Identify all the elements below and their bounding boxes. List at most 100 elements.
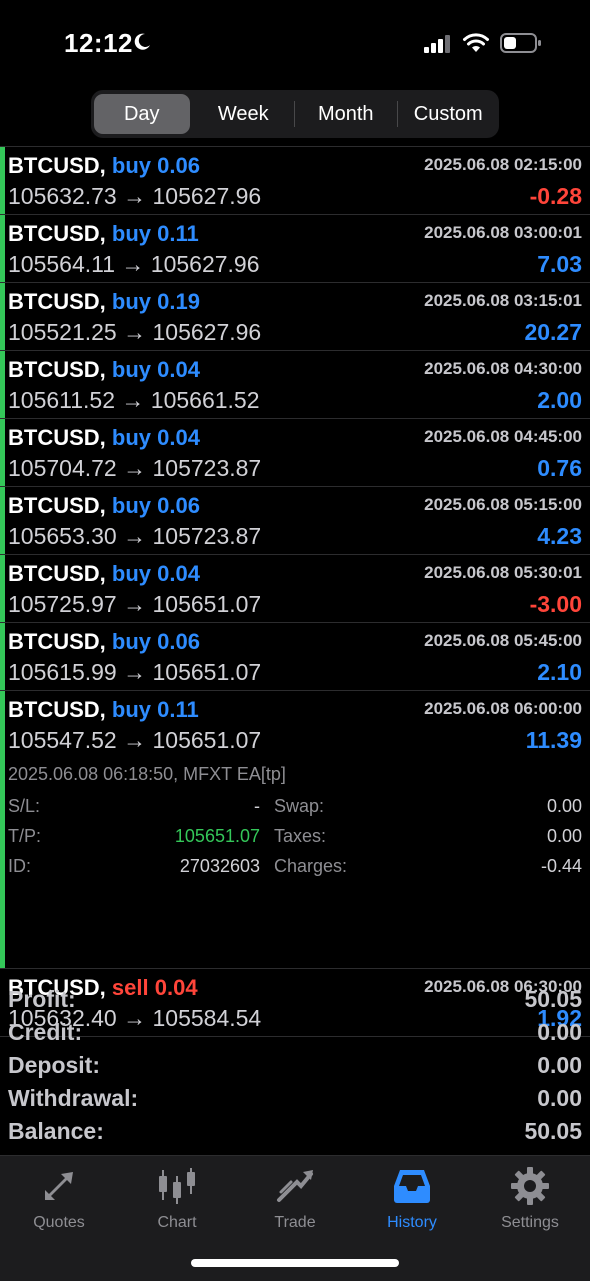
trade-side: buy 0.04	[112, 357, 200, 382]
trade-symbol: BTCUSD, buy 0.04	[8, 357, 200, 383]
volume-text: 0.04	[157, 357, 200, 382]
trade-row[interactable]: BTCUSD, buy 0.06 2025.06.08 05:15:00 105…	[0, 487, 590, 555]
id-label: ID:	[8, 856, 32, 876]
trade-symbol: BTCUSD, buy 0.04	[8, 425, 200, 451]
tab-label: Trade	[274, 1214, 316, 1231]
volume-text: 0.06	[157, 493, 200, 518]
segment-day[interactable]: Day	[94, 94, 190, 134]
summary-row-balance: Balance: 50.05	[0, 1116, 590, 1149]
symbol-text: BTCUSD,	[8, 153, 106, 178]
trade-profit: 20.27	[524, 319, 582, 345]
trade-row[interactable]: BTCUSD, buy 0.11 2025.06.08 03:00:01 105…	[0, 215, 590, 283]
segment-custom[interactable]: Custom	[401, 94, 497, 134]
trade-side: buy 0.19	[112, 289, 200, 314]
trade-row[interactable]: BTCUSD, buy 0.04 2025.06.08 05:30:01 105…	[0, 555, 590, 623]
tab-settings[interactable]: Settings	[475, 1166, 585, 1236]
trade-symbol: BTCUSD, buy 0.06	[8, 153, 200, 179]
trade-prices: 105615.99 → 105651.07	[8, 659, 262, 685]
trade-row[interactable]: BTCUSD, buy 0.06 2025.06.08 02:15:00 105…	[0, 147, 590, 215]
status-time: 12:12	[64, 28, 133, 58]
trade-date: 2025.06.08 05:15:00	[424, 495, 582, 514]
side-text: buy	[111, 357, 152, 382]
summary-value: 0.00	[537, 1019, 582, 1045]
sl-label: S/L:	[8, 796, 41, 816]
summary-label: Deposit:	[8, 1052, 100, 1078]
segment-week[interactable]: Week	[196, 94, 292, 134]
trade-prices: 105521.25 → 105627.96	[8, 319, 262, 345]
trade-profit: -3.00	[529, 591, 582, 617]
symbol-text: BTCUSD,	[8, 493, 106, 518]
volume-text: 0.06	[157, 629, 200, 654]
volume-text: 0.11	[157, 221, 199, 246]
summary-row-profit: Profit: 50.05	[0, 984, 590, 1017]
trade-symbol: BTCUSD, buy 0.04	[8, 561, 200, 587]
trade-icon	[277, 1170, 313, 1202]
trade-profit: -0.28	[529, 183, 582, 209]
volume-text: 0.19	[157, 289, 200, 314]
trade-indicator-bar	[0, 623, 5, 690]
charges-label: Charges:	[274, 856, 348, 876]
symbol-text: BTCUSD,	[8, 221, 106, 246]
trade-prices: 105611.52 → 105661.52	[8, 387, 260, 413]
symbol-text: BTCUSD,	[8, 357, 106, 382]
trade-date: 2025.06.08 03:00:01	[424, 223, 582, 242]
trade-row[interactable]: BTCUSD, buy 0.19 2025.06.08 03:15:01 105…	[0, 283, 590, 351]
volume-text: 0.11	[157, 697, 199, 722]
symbol-text: BTCUSD,	[8, 289, 106, 314]
trade-indicator-bar	[0, 351, 5, 418]
trade-indicator-bar	[0, 419, 5, 486]
trade-row[interactable]: BTCUSD, buy 0.06 2025.06.08 05:45:00 105…	[0, 623, 590, 691]
wifi-icon	[463, 33, 489, 52]
trade-side: buy 0.04	[112, 561, 200, 586]
tab-chart[interactable]: Chart	[122, 1166, 232, 1236]
trade-row[interactable]: BTCUSD, buy 0.04 2025.06.08 04:30:00 105…	[0, 351, 590, 419]
quotes-icon	[45, 1172, 73, 1200]
trade-prices: 105547.52 → 105651.07	[8, 727, 262, 753]
trade-date: 2025.06.08 02:15:00	[424, 155, 582, 174]
id-value: 27032603	[179, 856, 260, 876]
tab-quotes[interactable]: Quotes	[4, 1166, 114, 1236]
segment-month[interactable]: Month	[298, 94, 394, 134]
trade-detail-panel: 2025.06.08 06:18:50, MFXT EA[tp] S/L: - …	[0, 758, 590, 969]
trade-prices: 105653.30 → 105723.87	[8, 523, 262, 549]
trade-profit: 2.10	[537, 659, 582, 685]
trade-indicator-bar	[0, 758, 5, 968]
segment-divider	[396, 101, 398, 127]
account-summary: Profit: 50.05 Credit: 0.00 Deposit: 0.00…	[0, 984, 590, 1149]
trade-side: buy 0.06	[112, 493, 200, 518]
battery-icon	[500, 33, 541, 53]
summary-value: 0.00	[537, 1052, 582, 1078]
tp-label: T/P:	[8, 826, 42, 846]
settings-icon	[511, 1167, 549, 1205]
tp-value: 105651.07	[174, 826, 260, 846]
summary-row-withdrawal: Withdrawal: 0.00	[0, 1083, 590, 1116]
trade-date: 2025.06.08 05:45:00	[424, 631, 582, 650]
tab-history[interactable]: History	[357, 1166, 467, 1236]
taxes-label: Taxes:	[274, 826, 327, 846]
tab-trade[interactable]: Trade	[240, 1166, 350, 1236]
side-text: buy	[111, 697, 152, 722]
symbol-text: BTCUSD,	[8, 629, 106, 654]
side-text: buy	[111, 221, 152, 246]
side-text: buy	[111, 289, 152, 314]
trade-indicator-bar	[0, 691, 5, 758]
status-bar: 12:12	[0, 0, 590, 80]
trade-date: 2025.06.08 05:30:01	[424, 563, 582, 582]
trade-indicator-bar	[0, 215, 5, 282]
trade-row[interactable]: BTCUSD, buy 0.04 2025.06.08 04:45:00 105…	[0, 419, 590, 487]
period-segmented-control: Day Week Month Custom	[91, 90, 499, 138]
taxes-value: 0.00	[546, 826, 582, 846]
trade-prices: 105725.97 → 105651.07	[8, 591, 262, 617]
trade-symbol: BTCUSD, buy 0.06	[8, 493, 200, 519]
trade-side: buy 0.06	[112, 153, 200, 178]
trade-row-expanded[interactable]: BTCUSD, buy 0.11 2025.06.08 06:00:00 105…	[0, 691, 590, 758]
trade-side: buy 0.11	[112, 697, 199, 722]
tab-label: Settings	[501, 1214, 559, 1231]
trade-symbol: BTCUSD, buy 0.11	[8, 221, 199, 247]
side-text: buy	[111, 425, 152, 450]
summary-row-deposit: Deposit: 0.00	[0, 1050, 590, 1083]
detail-meta: 2025.06.08 06:18:50, MFXT EA[tp]	[8, 764, 286, 784]
volume-text: 0.04	[157, 425, 200, 450]
home-indicator[interactable]	[191, 1259, 399, 1267]
trade-symbol: BTCUSD, buy 0.11	[8, 697, 199, 723]
